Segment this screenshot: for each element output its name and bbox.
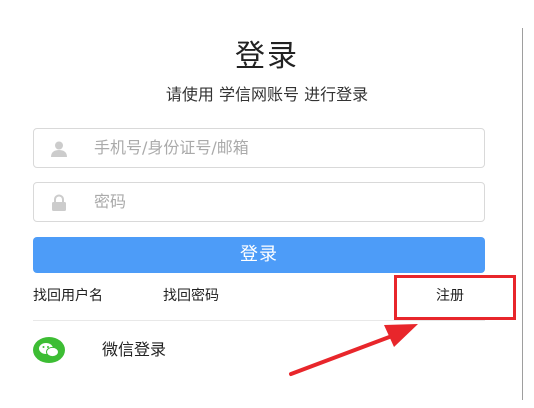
password-field[interactable]: 密码: [33, 182, 485, 222]
username-field[interactable]: 手机号/身份证号/邮箱: [33, 128, 485, 168]
login-button[interactable]: 登录: [33, 237, 485, 273]
register-link[interactable]: 注册: [436, 286, 464, 306]
find-password-link[interactable]: 找回密码: [163, 286, 219, 306]
password-placeholder: 密码: [94, 192, 127, 211]
lock-icon: [52, 194, 66, 211]
find-username-link[interactable]: 找回用户名: [33, 286, 103, 306]
divider: [33, 320, 485, 321]
username-placeholder: 手机号/身份证号/邮箱: [94, 138, 249, 157]
wechat-icon[interactable]: [33, 336, 65, 364]
user-icon: [51, 141, 67, 157]
page-title: 登录: [235, 39, 299, 74]
wechat-login-label[interactable]: 微信登录: [102, 339, 166, 361]
login-subtitle: 请使用 学信网账号 进行登录: [165, 85, 369, 104]
